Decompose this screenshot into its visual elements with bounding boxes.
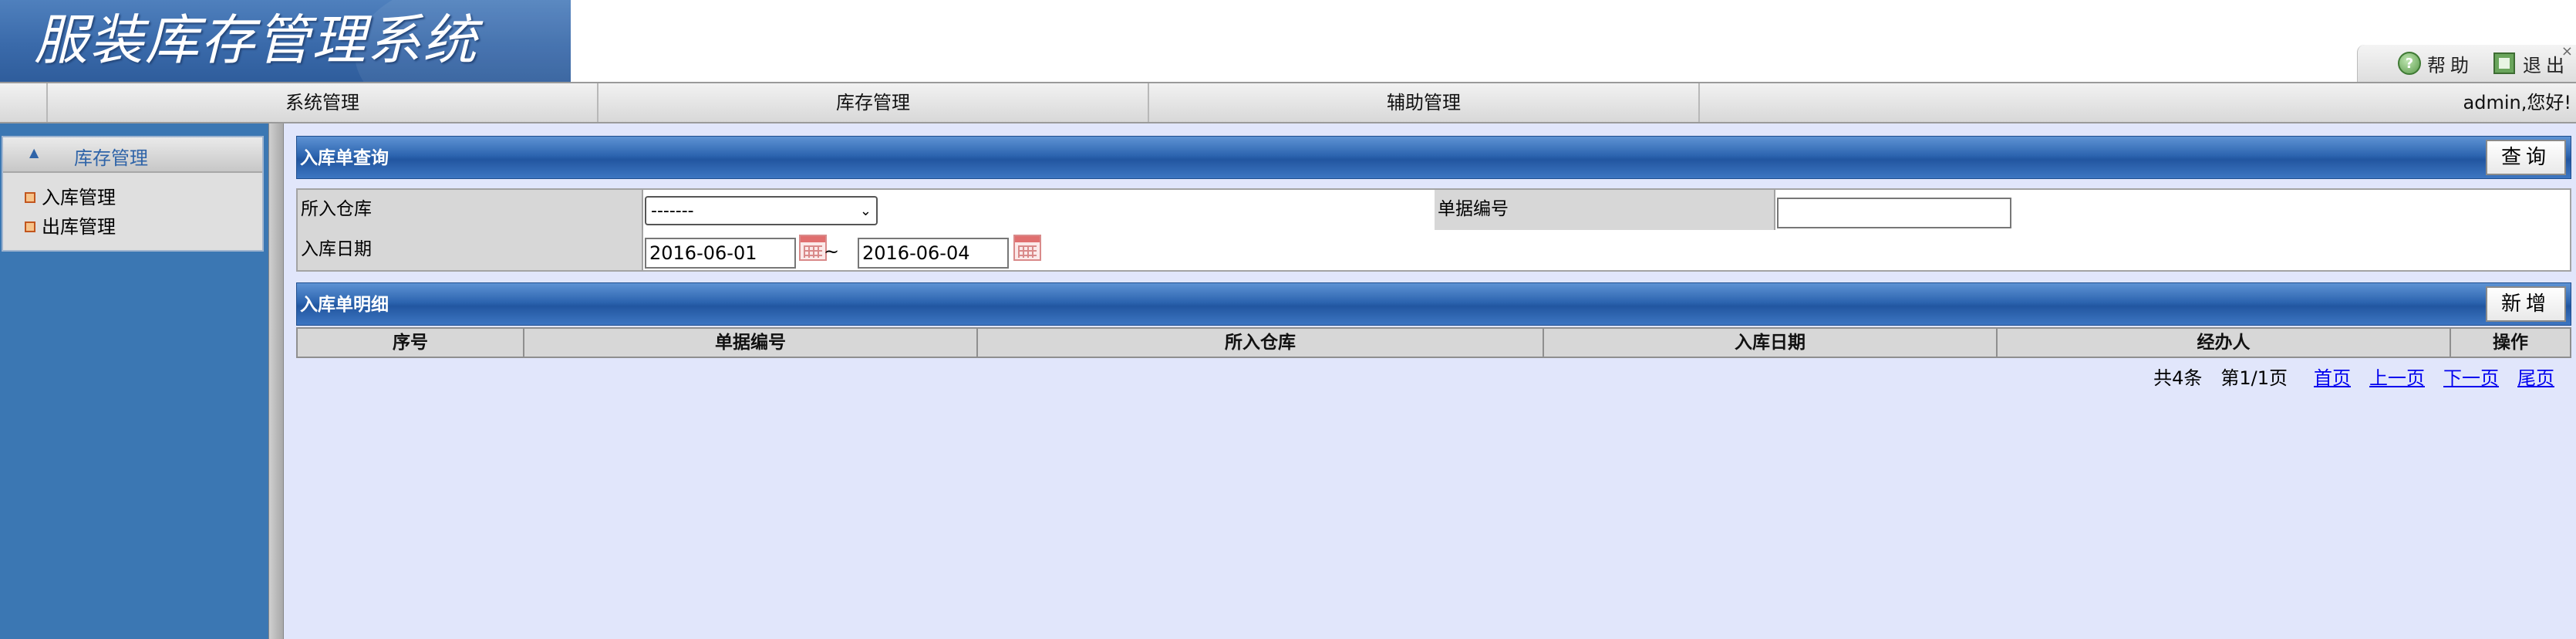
- sidebar-item-label: 出库管理: [42, 216, 116, 238]
- collapse-arrow-icon: ▲: [29, 145, 39, 160]
- column-header-handler: 经办人: [1998, 329, 2451, 357]
- date-cell: 2016-06-01 ~ 2016-06-04: [643, 230, 2570, 270]
- nav-item-auxiliary[interactable]: 辅助管理: [1148, 83, 1698, 122]
- exit-icon: [2493, 52, 2515, 74]
- page-info: 第1/1页: [2220, 367, 2288, 389]
- sidebar-splitter[interactable]: [268, 123, 284, 639]
- sidebar-section-title: 库存管理: [74, 147, 148, 169]
- chevron-down-icon: ⌄: [859, 202, 872, 219]
- exit-button[interactable]: 退出: [2493, 51, 2569, 76]
- help-icon: ?: [2398, 52, 2421, 75]
- column-header-actions: 操作: [2493, 333, 2528, 353]
- column-header-billno: 单据编号: [524, 329, 978, 357]
- sidebar-item-stock-in[interactable]: 入库管理: [25, 184, 116, 211]
- help-label: 帮助: [2427, 54, 2473, 76]
- add-button[interactable]: 新增: [2486, 286, 2566, 322]
- calendar-icon[interactable]: [799, 235, 827, 261]
- next-page-link[interactable]: 下一页: [2443, 363, 2499, 394]
- search-button[interactable]: 查询: [2486, 140, 2566, 175]
- bullet-icon: [25, 192, 35, 203]
- first-page-link[interactable]: 首页: [2314, 363, 2351, 394]
- help-button[interactable]: ? 帮助: [2398, 51, 2473, 76]
- pagination: 共4条 第1/1页 首页 上一页 下一页 尾页: [2127, 363, 2554, 394]
- total-count: 共4条: [2153, 367, 2203, 389]
- billno-cell: [1775, 190, 2570, 230]
- app-title: 服装库存管理系统: [34, 8, 478, 72]
- main-nav: 系统管理 库存管理 辅助管理 admin,您好!: [0, 82, 2576, 123]
- last-page-link[interactable]: 尾页: [2517, 363, 2554, 394]
- top-banner: 服装库存管理系统 ? 帮助 退出 ×: [0, 0, 2576, 82]
- nav-item-system[interactable]: 系统管理: [46, 83, 597, 122]
- sidebar-panel: ▲ 库存管理 入库管理 出库管理: [2, 136, 264, 252]
- detail-section-title: 入库单明细: [300, 295, 389, 315]
- sidebar-section-header[interactable]: ▲ 库存管理: [3, 137, 262, 173]
- close-icon[interactable]: ×: [2561, 43, 2573, 59]
- end-date-input[interactable]: 2016-06-04: [858, 238, 1009, 269]
- prev-page-link[interactable]: 上一页: [2369, 363, 2425, 394]
- app-logo: 服装库存管理系统: [0, 0, 571, 82]
- query-form: 所入仓库 ------- ⌄ 单据编号 入库日期 2016-06-01 ~ 20…: [296, 188, 2571, 272]
- sidebar: ▲ 库存管理 入库管理 出库管理: [0, 123, 268, 639]
- start-date-input[interactable]: 2016-06-01: [645, 238, 796, 269]
- detail-table-header: 序号 单据编号 所入仓库 入库日期 经办人 操作: [296, 327, 2571, 358]
- query-section-header: 入库单查询 查询: [296, 136, 2571, 179]
- column-header-warehouse: 所入仓库: [978, 329, 1544, 357]
- date-separator: ~: [824, 241, 840, 262]
- date-label: 入库日期: [298, 230, 643, 270]
- query-section-title: 入库单查询: [300, 148, 389, 168]
- main-content: 入库单查询 查询 所入仓库 ------- ⌄ 单据编号 入库日期 2016-0…: [284, 123, 2576, 639]
- detail-section-header: 入库单明细 新增: [296, 282, 2571, 326]
- form-row: 所入仓库 ------- ⌄ 单据编号: [298, 190, 2570, 230]
- column-header-index: 序号: [298, 329, 524, 357]
- warehouse-select[interactable]: ------- ⌄: [645, 196, 878, 225]
- billno-label: 单据编号: [1435, 190, 1775, 230]
- nav-item-inventory[interactable]: 库存管理: [597, 83, 1148, 122]
- warehouse-selected-value: -------: [651, 201, 694, 221]
- column-header-date: 入库日期: [1544, 329, 1998, 357]
- sidebar-item-label: 入库管理: [42, 187, 116, 208]
- toolbox: ? 帮助 退出 ×: [2357, 43, 2576, 82]
- warehouse-label: 所入仓库: [298, 190, 643, 230]
- welcome-text: admin,您好!: [2463, 92, 2571, 113]
- form-row: 入库日期 2016-06-01 ~ 2016-06-04: [298, 230, 2570, 270]
- bullet-icon: [25, 221, 35, 232]
- billno-input[interactable]: [1777, 198, 2011, 228]
- sidebar-item-stock-out[interactable]: 出库管理: [25, 213, 116, 241]
- calendar-icon[interactable]: [1013, 235, 1041, 261]
- nav-spacer: admin,您好!: [1698, 83, 2576, 122]
